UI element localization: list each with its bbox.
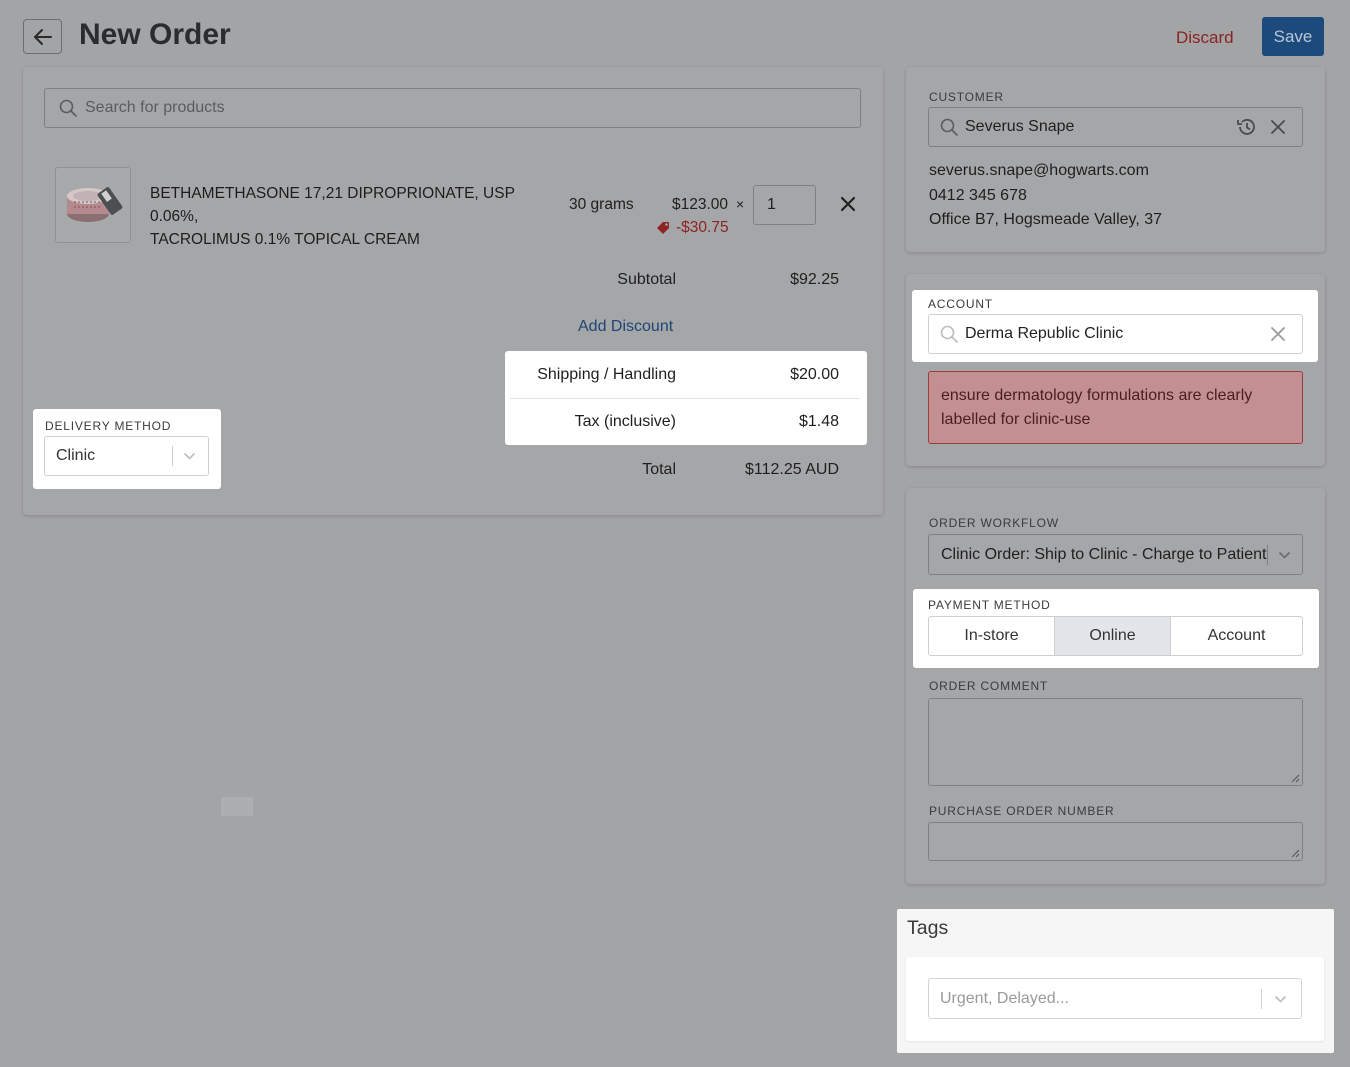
resize-handle-icon[interactable] xyxy=(1290,773,1300,783)
search-icon xyxy=(59,99,77,117)
account-search-input[interactable]: Derma Republic Clinic xyxy=(928,314,1303,354)
back-button[interactable] xyxy=(23,19,62,54)
order-comment-input[interactable] xyxy=(928,698,1303,786)
tags-panel: Tags Urgent, Delayed... xyxy=(897,909,1334,1053)
purchase-order-input[interactable] xyxy=(928,822,1303,861)
customer-search-input[interactable]: Severus Snape xyxy=(928,107,1303,147)
arrow-left-icon xyxy=(33,28,52,45)
tags-placeholder: Urgent, Delayed... xyxy=(940,989,1069,1007)
quantity-input[interactable]: 1 xyxy=(753,185,816,225)
shipping-tax-panel: Shipping / Handling $20.00 Tax (inclusiv… xyxy=(505,351,867,445)
delivery-method-panel: DELIVERY METHOD Clinic xyxy=(33,409,221,489)
order-comment-label: ORDER COMMENT xyxy=(929,679,1049,693)
select-divider xyxy=(172,446,173,466)
tags-title: Tags xyxy=(907,917,949,939)
history-icon[interactable] xyxy=(1236,117,1258,137)
save-button[interactable]: Save xyxy=(1262,17,1324,56)
purchase-order-label: PURCHASE ORDER NUMBER xyxy=(929,804,1115,818)
tags-select[interactable]: Urgent, Delayed... xyxy=(928,978,1302,1019)
shipping-label: Shipping / Handling xyxy=(537,366,676,383)
add-discount-link[interactable]: Add Discount xyxy=(578,318,673,336)
search-icon xyxy=(940,325,958,343)
total-label: Total xyxy=(642,461,676,478)
customer-name: Severus Snape xyxy=(965,118,1075,135)
clear-icon[interactable] xyxy=(1270,326,1286,342)
account-panel: ACCOUNT Derma Republic Clinic xyxy=(912,290,1318,362)
shipping-value[interactable]: $20.00 xyxy=(790,366,839,384)
product-price: $123.00 xyxy=(672,196,729,213)
payment-option-account[interactable]: Account xyxy=(1170,616,1303,656)
multiply-sign: × xyxy=(736,196,745,212)
order-workflow-select[interactable]: Clinic Order: Ship to Clinic - Charge to… xyxy=(928,534,1303,575)
product-name: BETHAMETHASONE 17,21 DIPROPRIONATE, USP … xyxy=(150,185,515,248)
payment-method-panel: PAYMENT METHOD In-store Online Account xyxy=(913,589,1319,668)
account-label: ACCOUNT xyxy=(928,297,993,311)
product-size: 30 grams xyxy=(569,196,634,213)
tax-label: Tax (inclusive) xyxy=(574,413,676,430)
product-discount: -$30.75 xyxy=(656,219,729,237)
divider xyxy=(510,398,860,399)
customer-phone: 0412 345 678 xyxy=(929,186,1027,204)
subtotal-value: $92.25 xyxy=(790,271,839,288)
search-placeholder: Search for products xyxy=(85,99,225,116)
customer-label: CUSTOMER xyxy=(929,90,1004,104)
tag-icon xyxy=(657,222,669,234)
product-search-input[interactable]: Search for products xyxy=(44,88,861,128)
tax-value: $1.48 xyxy=(798,413,839,430)
close-icon xyxy=(840,196,856,212)
select-divider xyxy=(1261,989,1262,1009)
order-workflow-label: ORDER WORKFLOW xyxy=(929,516,1059,530)
placeholder-block xyxy=(221,797,253,816)
delivery-method-select[interactable]: Clinic xyxy=(44,436,209,476)
chevron-down-icon xyxy=(1278,551,1291,559)
order-workflow-value: Clinic Order: Ship to Clinic - Charge to… xyxy=(941,545,1267,563)
delivery-method-label: DELIVERY METHOD xyxy=(45,419,172,433)
discard-button[interactable]: Discard xyxy=(1170,26,1240,50)
chevron-down-icon xyxy=(183,452,196,460)
subtotal-label: Subtotal xyxy=(617,271,676,288)
payment-method-label: PAYMENT METHOD xyxy=(928,598,1051,612)
account-alert: ensure dermatology formulations are clea… xyxy=(928,371,1303,444)
search-icon xyxy=(940,118,958,136)
payment-option-in-store[interactable]: In-store xyxy=(928,616,1055,656)
account-name: Derma Republic Clinic xyxy=(965,325,1124,342)
total-value: $112.25 AUD xyxy=(745,461,839,478)
cream-jar-image xyxy=(67,187,123,222)
page-title: New Order xyxy=(79,18,231,51)
select-divider xyxy=(1267,545,1268,565)
remove-item-button[interactable] xyxy=(838,193,858,215)
customer-details: severus.snape@hogwarts.com 0412 345 678 … xyxy=(929,159,1162,233)
tags-card: Urgent, Delayed... xyxy=(906,957,1324,1041)
chevron-down-icon xyxy=(1274,995,1287,1003)
product-thumbnail xyxy=(55,167,131,243)
resize-handle-icon[interactable] xyxy=(1290,848,1300,858)
payment-option-online[interactable]: Online xyxy=(1054,616,1171,656)
clear-icon[interactable] xyxy=(1270,119,1286,135)
customer-address: Office B7, Hogsmeade Valley, 37 xyxy=(929,211,1163,228)
customer-email: severus.snape@hogwarts.com xyxy=(929,162,1149,179)
